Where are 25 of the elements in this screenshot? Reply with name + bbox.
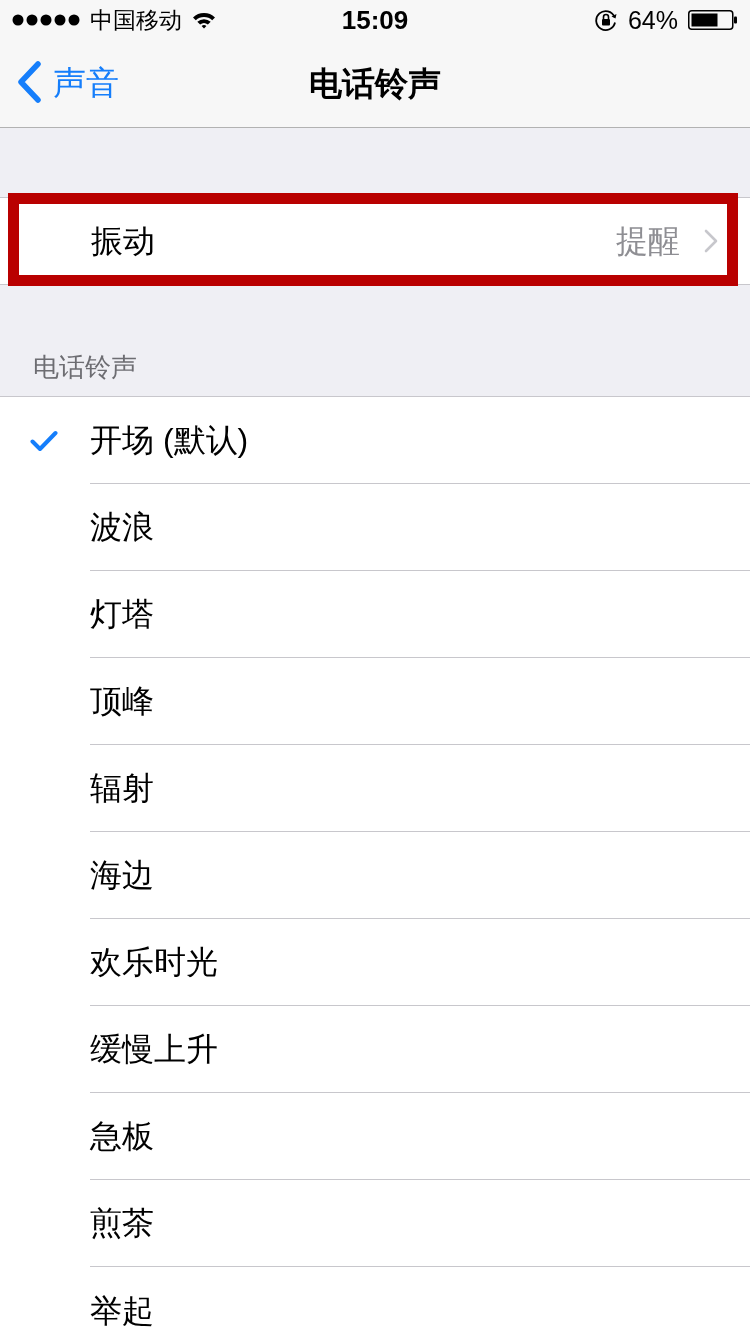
ringtone-name: 辐射: [90, 772, 154, 804]
battery-icon: [688, 10, 738, 30]
chevron-right-icon: [704, 229, 718, 253]
ringtone-name: 急板: [90, 1120, 154, 1152]
battery-percentage: 64%: [627, 7, 678, 33]
back-chevron-icon: [16, 61, 42, 103]
ringtone-name: 灯塔: [90, 598, 154, 630]
ringtone-name: 顶峰: [90, 685, 154, 717]
ringtone-name: 缓慢上升: [90, 1033, 218, 1065]
rotation-lock-icon: [593, 8, 618, 32]
vibration-value: 提醒: [616, 225, 680, 257]
carrier-name: 中国移动: [90, 8, 182, 32]
back-button[interactable]: 声音: [16, 61, 119, 103]
status-time: 15:09: [341, 7, 409, 33]
ringtone-name: 开场 (默认): [90, 424, 249, 456]
ringtone-name: 举起: [90, 1294, 154, 1327]
section-header: 电话铃声: [33, 354, 137, 380]
ringtone-name: 海边: [90, 859, 154, 891]
vibration-label: 振动: [91, 225, 155, 257]
signal-icon: [12, 14, 80, 26]
ringtone-name: 波浪: [90, 511, 154, 543]
wifi-icon: [192, 11, 216, 29]
ringtone-name: 欢乐时光: [90, 946, 218, 978]
ringtone-name: 煎茶: [90, 1207, 154, 1239]
page-title: 电话铃声: [309, 67, 441, 100]
